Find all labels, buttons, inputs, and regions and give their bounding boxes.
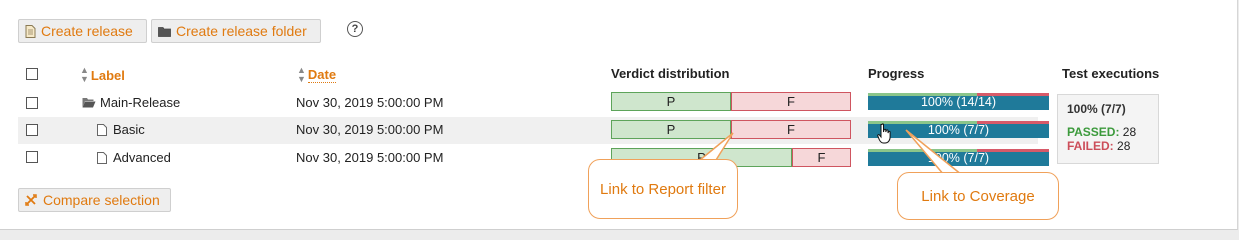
sort-icon: ▲ ▼ xyxy=(80,65,89,84)
create-release-folder-label: Create release folder xyxy=(176,23,307,39)
verdict-fail-segment[interactable]: F xyxy=(792,148,851,167)
table-row-label[interactable]: Basic xyxy=(97,122,145,137)
folder-icon xyxy=(158,26,171,37)
progress-bar[interactable]: 100% (7/7) xyxy=(868,121,1049,138)
document-icon xyxy=(25,24,36,38)
create-release-label: Create release xyxy=(41,23,133,39)
release-panel: Create release Create release folder ? ▲… xyxy=(0,0,1238,230)
compare-icon xyxy=(25,194,37,206)
verdict-pass-segment[interactable]: P xyxy=(611,92,731,111)
verdict-column-header: Verdict distribution xyxy=(611,66,730,81)
test-executions-column-header: Test executions xyxy=(1062,66,1160,81)
table-row-label[interactable]: Main-Release xyxy=(82,95,180,110)
table-row-date: Nov 30, 2019 5:00:00 PM xyxy=(296,95,444,110)
table-row-label[interactable]: Advanced xyxy=(97,150,171,165)
document-icon xyxy=(97,151,107,164)
progress-bar[interactable]: 100% (14/14) xyxy=(868,93,1049,110)
progress-bar[interactable]: 100% (7/7) xyxy=(868,149,1049,166)
help-icon[interactable]: ? xyxy=(347,21,363,37)
coverage-callout: Link to Coverage xyxy=(897,172,1059,220)
compare-selection-button[interactable]: Compare selection xyxy=(18,188,171,212)
table-row-date: Nov 30, 2019 5:00:00 PM xyxy=(296,122,444,137)
sort-icon: ▲ ▼ xyxy=(297,65,306,84)
verdict-pass-segment[interactable]: P xyxy=(611,120,731,139)
hand-cursor-icon xyxy=(877,123,891,144)
select-all-checkbox[interactable] xyxy=(26,68,38,80)
label-column-header[interactable]: ▲ ▼ Label xyxy=(80,66,125,84)
document-icon xyxy=(97,123,107,136)
row-checkbox[interactable] xyxy=(26,97,38,109)
report-filter-callout: Link to Report filter xyxy=(588,159,738,219)
tooltip-title: 100% (7/7) xyxy=(1067,102,1126,116)
progress-column-header: Progress xyxy=(868,66,925,81)
create-release-folder-button[interactable]: Create release folder xyxy=(151,19,321,43)
table-row-date: Nov 30, 2019 5:00:00 PM xyxy=(296,150,444,165)
verdict-fail-segment[interactable]: F xyxy=(731,92,851,111)
compare-selection-label: Compare selection xyxy=(43,192,160,208)
row-checkbox[interactable] xyxy=(26,151,38,163)
date-column-header[interactable]: ▲ ▼ Date xyxy=(297,65,337,84)
tooltip-failed: FAILED: 28 xyxy=(1067,139,1131,153)
test-executions-tooltip: 100% (7/7) PASSED: 28 FAILED: 28 xyxy=(1057,94,1159,164)
tooltip-passed: PASSED: 28 xyxy=(1067,125,1137,139)
verdict-fail-segment[interactable]: F xyxy=(731,120,851,139)
folder-open-icon xyxy=(82,98,96,108)
create-release-button[interactable]: Create release xyxy=(18,19,147,43)
row-checkbox[interactable] xyxy=(26,124,38,136)
